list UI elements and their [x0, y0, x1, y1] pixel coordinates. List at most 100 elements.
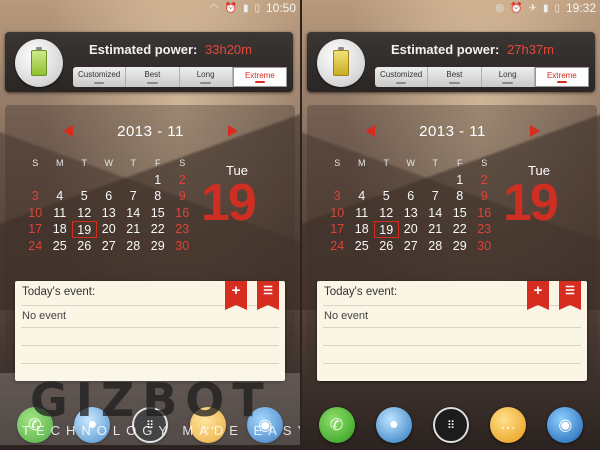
calendar-day[interactable]: 1: [146, 172, 171, 189]
mode-customized[interactable]: Customized: [375, 67, 429, 87]
weekday-label: W: [104, 158, 114, 168]
calendar-day[interactable]: 3: [325, 188, 350, 205]
divider: [21, 327, 279, 328]
sms-icon[interactable]: …: [490, 407, 527, 443]
mode-extreme[interactable]: Extreme: [534, 67, 589, 87]
events-title: Today's event:: [22, 286, 96, 298]
calendar-day[interactable]: 21: [423, 221, 448, 238]
calendar-day[interactable]: 20: [399, 221, 424, 238]
calendar-day[interactable]: 30: [170, 238, 195, 255]
screen-left: ◠ ⏰ ▮ ▯ 10:50 Estimated power: 33h20m Cu…: [0, 0, 300, 450]
calendar-day[interactable]: 15: [146, 205, 171, 222]
calendar-day[interactable]: 18: [350, 221, 375, 238]
calendar-day[interactable]: 10: [23, 205, 48, 222]
notification-icon: ▮: [542, 2, 549, 14]
phone-icon[interactable]: ✆: [318, 407, 355, 443]
calendar-day[interactable]: 20: [97, 221, 122, 238]
add-event-button[interactable]: +: [527, 281, 549, 310]
mode-best[interactable]: Best: [428, 67, 482, 87]
battery-button[interactable]: [15, 39, 63, 87]
calendar-day[interactable]: 12: [374, 205, 399, 222]
event-list-button[interactable]: ☰: [257, 281, 279, 310]
watermark-tagline: TECHNOLOGY MADE EASY: [22, 423, 300, 438]
calendar-day[interactable]: 12: [72, 205, 97, 222]
calendar-day[interactable]: 27: [399, 238, 424, 255]
next-month-arrow-icon[interactable]: [228, 125, 238, 137]
calendar-day[interactable]: 5: [72, 188, 97, 205]
no-event-text: No event: [324, 310, 369, 322]
calendar-day[interactable]: 25: [350, 238, 375, 255]
calendar-day[interactable]: 10: [325, 205, 350, 222]
weekday-label: W: [406, 158, 416, 168]
weekday-label: S: [179, 158, 186, 168]
divider: [323, 363, 581, 364]
calendar-day[interactable]: 29: [448, 238, 473, 255]
mode-long[interactable]: Long: [482, 67, 535, 87]
calendar-day[interactable]: 3: [23, 188, 48, 205]
calendar-day[interactable]: 9: [472, 188, 497, 205]
apps-icon[interactable]: ⠿: [432, 407, 469, 443]
calendar-day[interactable]: 16: [170, 205, 195, 222]
events-panel: Today's event: No event + ☰: [317, 281, 587, 381]
calendar-day[interactable]: 22: [146, 221, 171, 238]
mode-extreme[interactable]: Extreme: [232, 67, 287, 87]
calendar-day[interactable]: 2: [472, 172, 497, 189]
calendar-day[interactable]: 7: [121, 188, 146, 205]
next-month-arrow-icon[interactable]: [530, 125, 540, 137]
calendar-day[interactable]: 14: [423, 205, 448, 222]
calendar-day[interactable]: 7: [423, 188, 448, 205]
calendar-day[interactable]: 30: [472, 238, 497, 255]
calendar-day[interactable]: 16: [472, 205, 497, 222]
calendar-day[interactable]: 15: [448, 205, 473, 222]
calendar-week-row: 3456789: [325, 188, 497, 205]
mode-best[interactable]: Best: [126, 67, 180, 87]
calendar-day[interactable]: 5: [374, 188, 399, 205]
wifi-icon: ◠: [209, 2, 219, 14]
calendar-day[interactable]: 4: [48, 188, 73, 205]
calendar-day[interactable]: 23: [472, 221, 497, 238]
battery-status-icon: ▯: [254, 2, 260, 14]
calendar-day[interactable]: 28: [423, 238, 448, 255]
calendar-week-row: 24 25 26 27 28 29 30: [325, 238, 497, 255]
calendar-day[interactable]: 24: [325, 238, 350, 255]
browser-icon[interactable]: ◉: [547, 407, 584, 443]
calendar-grid: S M T W T F S 1 2 3 4 5 6 7 8 9 10 11 12 13 14 15 16 17 18 19 20 21…: [325, 155, 497, 254]
calendar-day[interactable]: 18: [48, 221, 73, 238]
calendar-day[interactable]: 26: [72, 238, 97, 255]
power-widget: Estimated power: 27h37m Customized Best …: [307, 32, 595, 92]
calendar-day[interactable]: 23: [170, 221, 195, 238]
calendar-day[interactable]: 2: [170, 172, 195, 189]
calendar-day[interactable]: 11: [350, 205, 375, 222]
power-mode-selector: Customized Best Long Extreme: [375, 67, 589, 87]
calendar-day[interactable]: 8: [448, 188, 473, 205]
contacts-icon[interactable]: ●: [375, 407, 412, 443]
calendar-day[interactable]: 13: [399, 205, 424, 222]
calendar-day[interactable]: 19: [374, 221, 399, 238]
calendar-day[interactable]: 29: [146, 238, 171, 255]
calendar-day[interactable]: 28: [121, 238, 146, 255]
calendar-day[interactable]: 6: [399, 188, 424, 205]
calendar-day[interactable]: 22: [448, 221, 473, 238]
calendar-day[interactable]: 6: [97, 188, 122, 205]
battery-button[interactable]: [317, 39, 365, 87]
calendar-day[interactable]: 27: [97, 238, 122, 255]
mode-long[interactable]: Long: [180, 67, 233, 87]
calendar-day[interactable]: 1: [448, 172, 473, 189]
weekday-label: T: [432, 158, 439, 168]
calendar-day[interactable]: 26: [374, 238, 399, 255]
calendar-day[interactable]: 8: [146, 188, 171, 205]
calendar-day[interactable]: 9: [170, 188, 195, 205]
calendar-day[interactable]: 11: [48, 205, 73, 222]
calendar-day[interactable]: 14: [121, 205, 146, 222]
calendar-day[interactable]: 25: [48, 238, 73, 255]
add-event-button[interactable]: +: [225, 281, 247, 310]
calendar-day[interactable]: 19: [72, 221, 97, 238]
event-list-button[interactable]: ☰: [559, 281, 581, 310]
calendar-day[interactable]: 21: [121, 221, 146, 238]
calendar-day[interactable]: 17: [325, 221, 350, 238]
calendar-day[interactable]: 4: [350, 188, 375, 205]
calendar-day[interactable]: 13: [97, 205, 122, 222]
mode-customized[interactable]: Customized: [73, 67, 127, 87]
calendar-day[interactable]: 17: [23, 221, 48, 238]
calendar-day[interactable]: 24: [23, 238, 48, 255]
